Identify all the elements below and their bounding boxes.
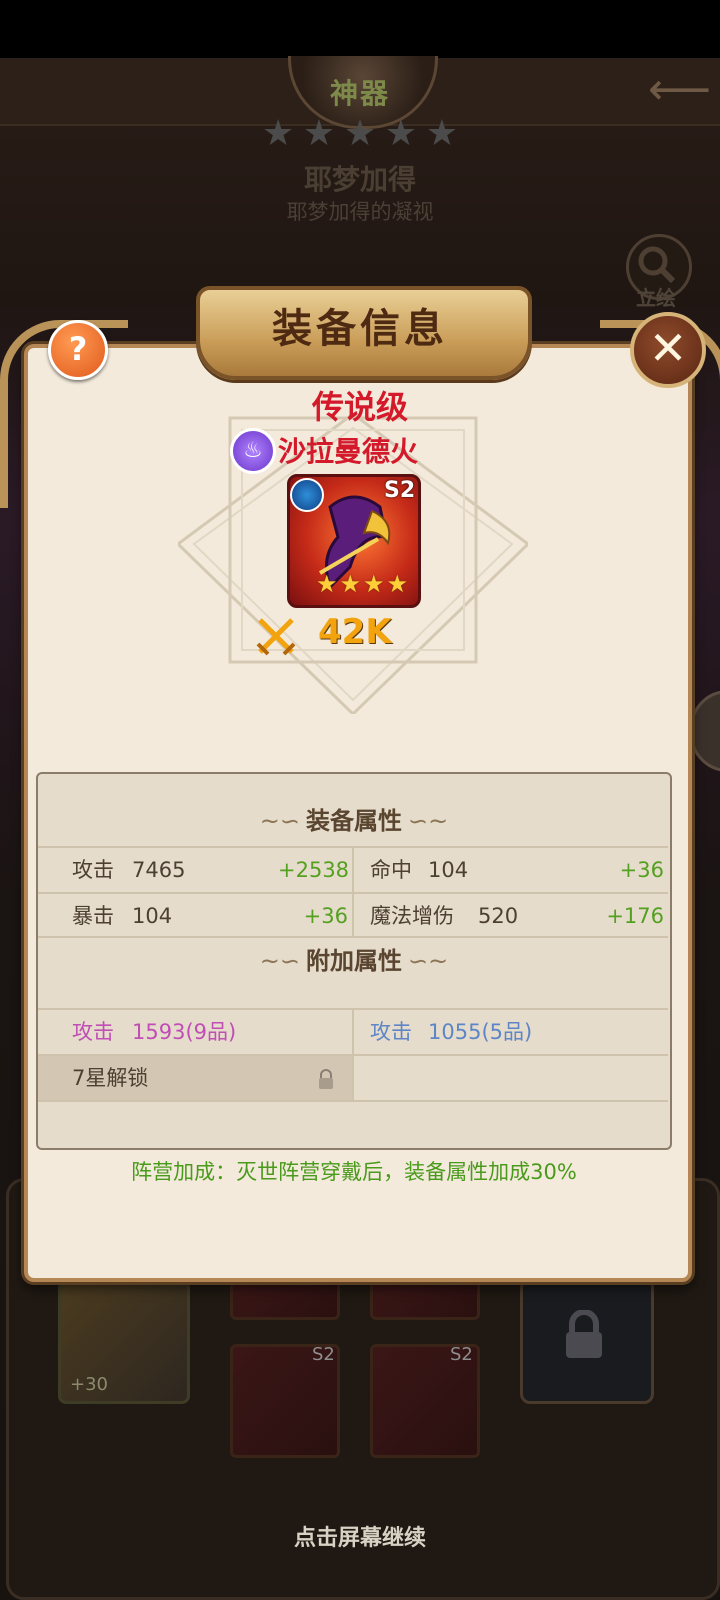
section-title: 装备属性 (306, 807, 402, 835)
extra-attribute-value: 1055(5品) (428, 1020, 533, 1044)
extra-attribute-name: 攻击 (370, 1020, 412, 1044)
ornament-icon: ~∽ (259, 947, 300, 975)
attribute-bonus: +176 (606, 904, 664, 928)
attribute-name: 魔法增伤 (370, 904, 454, 928)
star-icon: ★ (363, 570, 385, 598)
attribute-value: 104 (132, 904, 173, 928)
star-icon: ★ (343, 113, 377, 154)
attribute-value: 520 (478, 904, 519, 928)
ornament-icon: ∽~ (408, 807, 449, 835)
lock-icon (562, 1309, 606, 1360)
attribute-value: 104 (428, 858, 469, 882)
rarity-grade: 传说级 (311, 388, 408, 426)
extra-attributes-heading: ~∽ 附加属性 ∽~ (36, 938, 672, 984)
ornament-icon: ~∽ (259, 807, 300, 835)
extra-attribute-value: 1593(9品) (132, 1020, 237, 1044)
attribute-bonus: +2538 (278, 858, 350, 882)
star-icon: ★ (316, 570, 338, 598)
hero-name: 耶梦加得 (303, 163, 416, 196)
attribute-bonus: +36 (303, 904, 348, 928)
hero-subtitle: 耶梦加得的凝视 (286, 200, 434, 224)
crossed-swords-icon (256, 618, 296, 656)
column-divider (352, 846, 354, 936)
star-icon: ★ (262, 113, 295, 154)
water-element-icon (290, 478, 324, 512)
star-icon: ★ (425, 113, 458, 154)
dialog-title: 装备信息 (272, 306, 448, 352)
faction-bonus-note: 阵营加成：灭世阵营穿戴后，装备属性加成30% (131, 1160, 577, 1184)
attribute-value: 7465 (132, 858, 186, 882)
combat-power: 42K (318, 612, 392, 652)
attribute-bonus: +36 (619, 858, 664, 882)
star-icon: ★ (302, 113, 336, 154)
star-icon: ★ (386, 570, 409, 598)
artifact-slot-level: +30 (70, 1374, 108, 1395)
row-divider (38, 1100, 668, 1102)
help-button[interactable]: ? (48, 320, 108, 380)
portrait-button-label[interactable]: 立绘 (626, 282, 686, 311)
slot-tier-label: S2 (312, 1344, 335, 1365)
extra-attribute-name: 攻击 (72, 1020, 114, 1044)
attribute-name: 命中 (370, 858, 412, 882)
equipment-star-rating: ★ ★ ★ ★ (316, 572, 408, 596)
fire-element-icon: ♨ (230, 428, 276, 474)
attribute-name: 攻击 (72, 858, 114, 882)
hero-star-rating: ★ ★ ★ ★ ★ (262, 116, 458, 152)
star-icon: ★ (339, 570, 362, 598)
unlock-requirement: 7星解锁 (72, 1066, 149, 1090)
ornament-icon: ∽~ (408, 947, 449, 975)
main-attributes-heading: ~∽ 装备属性 ∽~ (36, 798, 672, 844)
section-title: 附加属性 (306, 947, 402, 975)
close-button[interactable]: ✕ (630, 312, 706, 388)
attribute-name: 暴击 (72, 904, 114, 928)
equipment-name: 沙拉曼德火 (278, 435, 419, 468)
equipment-tier: S2 (384, 478, 416, 503)
small-lock-icon (316, 1056, 336, 1100)
star-icon: ★ (384, 113, 418, 154)
tap-to-continue-hint[interactable]: 点击屏幕继续 (200, 1520, 520, 1552)
column-divider (352, 1008, 354, 1100)
slot-tier-label: S2 (450, 1344, 473, 1365)
back-arrow-icon[interactable]: ⟵ (648, 68, 711, 112)
header-title: 神器 (329, 77, 390, 110)
